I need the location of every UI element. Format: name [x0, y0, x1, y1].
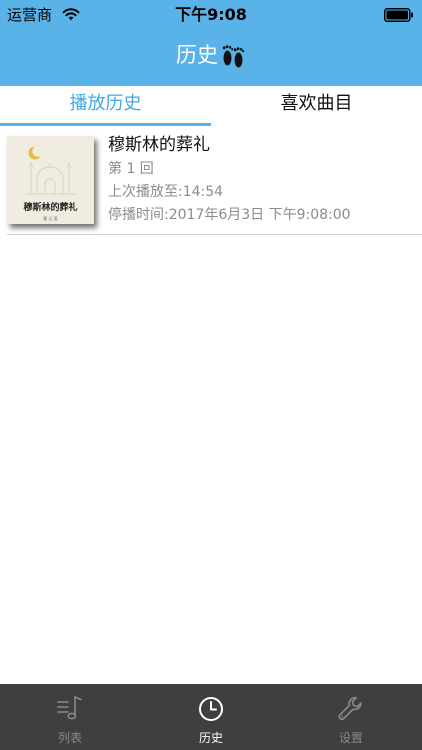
battery-icon [384, 8, 413, 22]
playlist-icon [57, 696, 82, 720]
active-tab-indicator [0, 123, 211, 126]
navigation-header: 运营商 下午9:08 历史 [0, 0, 422, 86]
status-bar: 运营商 下午9:08 [0, 0, 422, 30]
episode-label: 第 1 回 [108, 161, 154, 177]
status-time: 下午9:08 [175, 5, 247, 24]
tabbar-item-list[interactable]: 列表 [0, 684, 140, 750]
tabbar-label-list: 列表 [57, 731, 82, 745]
row-divider [7, 234, 422, 235]
clock-icon [199, 697, 223, 721]
tab-play-history[interactable]: 播放历史 [0, 86, 211, 126]
last-played-position: 上次播放至:14:54 [108, 184, 224, 200]
history-list-item[interactable]: 穆斯林的葬礼 霍 达 著 穆斯林的葬礼 第 1 回 上次播放至:14:54 停播… [0, 128, 422, 234]
tab-favorite-tracks[interactable]: 喜欢曲目 [211, 86, 422, 126]
page-title-area: 历史 [0, 40, 422, 74]
cover-title: 穆斯林的葬礼 [23, 203, 78, 213]
history-tabs: 播放历史 喜欢曲目 [0, 86, 422, 126]
tabbar-label-settings: 设置 [338, 731, 363, 745]
tabbar-item-history[interactable]: 历史 [141, 684, 281, 750]
book-cover-image: 穆斯林的葬礼 霍 达 著 [7, 136, 94, 224]
tabbar-label-history: 历史 [198, 731, 223, 745]
book-title: 穆斯林的葬礼 [108, 135, 210, 155]
bottom-tab-bar: 列表 历史 设置 [0, 684, 422, 750]
footprints-icon [222, 45, 245, 68]
stopped-time: 停播时间:2017年6月3日 下午9:08:00 [108, 207, 351, 223]
page-title: 历史 [176, 43, 218, 67]
tabbar-item-settings[interactable]: 设置 [281, 684, 421, 750]
wrench-icon [338, 696, 362, 721]
cover-author: 霍 达 著 [43, 216, 58, 221]
